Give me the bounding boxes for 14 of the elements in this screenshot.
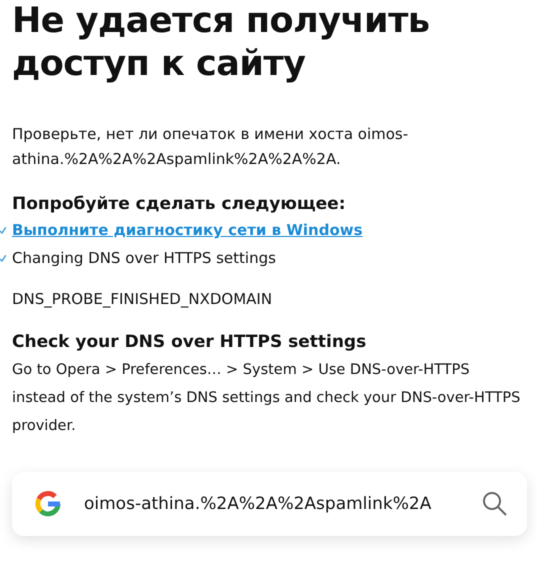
- suggestions-heading: Попробуйте сделать следующее:: [12, 194, 346, 214]
- error-code: DNS_PROBE_FINISHED_NXDOMAIN: [12, 290, 274, 308]
- check-icon: [0, 226, 6, 234]
- dns-heading: Check your DNS over HTTPS settings: [12, 332, 368, 352]
- page-title: Не удается получить доступ к сайту: [12, 0, 430, 86]
- check-icon: [0, 254, 6, 262]
- diagnostics-link[interactable]: Выполните диагностику сети в Windows: [12, 216, 363, 244]
- suggestion-text: Changing DNS over HTTPS settings: [12, 248, 276, 269]
- google-logo-icon: [34, 490, 62, 518]
- search-value: oimos-athina.%2A%2A%2Aspamlink%2A: [84, 494, 432, 514]
- dns-instructions: Go to Opera > Preferences… > System > Use DNS-over-HTTPS instead of the system’s DNS settings and check your DNS-over-HTTPS provider.: [12, 361, 522, 436]
- error-message: Проверьте, нет ли опечаток в имени хоста oimos-athina.%2A%2A%2Aspamlink%2A%2A%2A.: [12, 124, 410, 170]
- search-icon[interactable]: [481, 490, 509, 518]
- search-field[interactable]: oimos-athina.%2A%2A%2Aspamlink%2A: [12, 472, 527, 536]
